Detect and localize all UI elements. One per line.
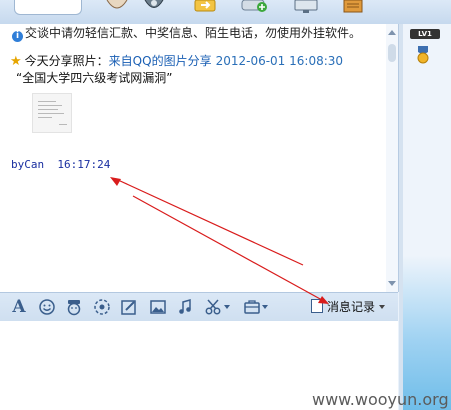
send-file-icon[interactable] xyxy=(193,0,219,14)
scroll-down-arrow-icon[interactable] xyxy=(388,281,396,286)
share-source-link[interactable]: 来自QQ的图片分享 xyxy=(109,54,212,68)
edit-icon[interactable] xyxy=(120,298,138,316)
side-panel: LV1 xyxy=(399,24,451,410)
shake-window-icon[interactable] xyxy=(93,298,111,316)
star-icon: ★ xyxy=(10,54,22,69)
notice-text: 交谈中请勿轻信汇款、中奖信息、陌生电话，勿使用外挂软件。 xyxy=(25,26,362,40)
input-toolbar: A 消息记录 xyxy=(0,292,398,322)
info-icon: i xyxy=(12,31,23,42)
message-history-button[interactable]: 消息记录 xyxy=(311,298,386,316)
toolbox-dropdown-icon[interactable] xyxy=(262,305,268,309)
side-panel-divider xyxy=(399,24,403,410)
level-badge: LV1 xyxy=(410,29,440,39)
share-timestamp: 2012-06-01 16:08:30 xyxy=(215,54,344,68)
share-prefix: 今天分享照片： xyxy=(24,54,109,68)
photo-thumbnail[interactable] xyxy=(32,93,72,133)
chat-scrollbar[interactable] xyxy=(386,24,398,292)
scroll-up-arrow-icon[interactable] xyxy=(388,30,396,35)
font-icon[interactable]: A xyxy=(10,298,28,316)
screenshot-scissors-icon[interactable] xyxy=(204,298,222,316)
add-chat-icon[interactable] xyxy=(240,0,267,14)
emoticon-icon[interactable] xyxy=(38,298,56,316)
history-doc-icon xyxy=(311,299,323,313)
scroll-thumb[interactable] xyxy=(388,44,396,62)
sender-name: byCan xyxy=(11,158,45,171)
app-icon[interactable] xyxy=(340,0,366,14)
screenshot-dropdown-icon[interactable] xyxy=(224,305,230,309)
medal-icon[interactable] xyxy=(416,46,430,64)
magic-face-icon[interactable] xyxy=(65,298,83,316)
screen-share-icon[interactable] xyxy=(293,0,319,14)
toolbox-icon[interactable] xyxy=(243,298,261,316)
history-label: 消息记录 xyxy=(327,300,376,314)
chat-history: i 交谈中请勿轻信汇款、中奖信息、陌生电话，勿使用外挂软件。 ★ 今天分享照片：来自… xyxy=(0,24,399,292)
camera-icon[interactable] xyxy=(141,0,167,14)
top-field[interactable] xyxy=(14,0,82,15)
watermark: www.wooyun.org xyxy=(312,390,449,409)
top-toolbar xyxy=(0,0,451,25)
image-icon[interactable] xyxy=(149,298,167,316)
security-notice: i 交谈中请勿轻信汇款、中奖信息、陌生电话，勿使用外挂软件。 xyxy=(12,25,378,42)
photo-share-line: ★ 今天分享照片：来自QQ的图片分享 2012-06-01 16:08:30 xyxy=(10,53,343,70)
message-header: byCan 16:17:24 xyxy=(11,158,110,171)
face-icon[interactable] xyxy=(104,0,130,14)
history-dropdown-icon[interactable] xyxy=(379,305,386,309)
message-time: 16:17:24 xyxy=(57,158,111,171)
share-title: “全国大学四六级考试网漏洞” xyxy=(16,71,173,85)
music-icon[interactable] xyxy=(176,298,194,316)
